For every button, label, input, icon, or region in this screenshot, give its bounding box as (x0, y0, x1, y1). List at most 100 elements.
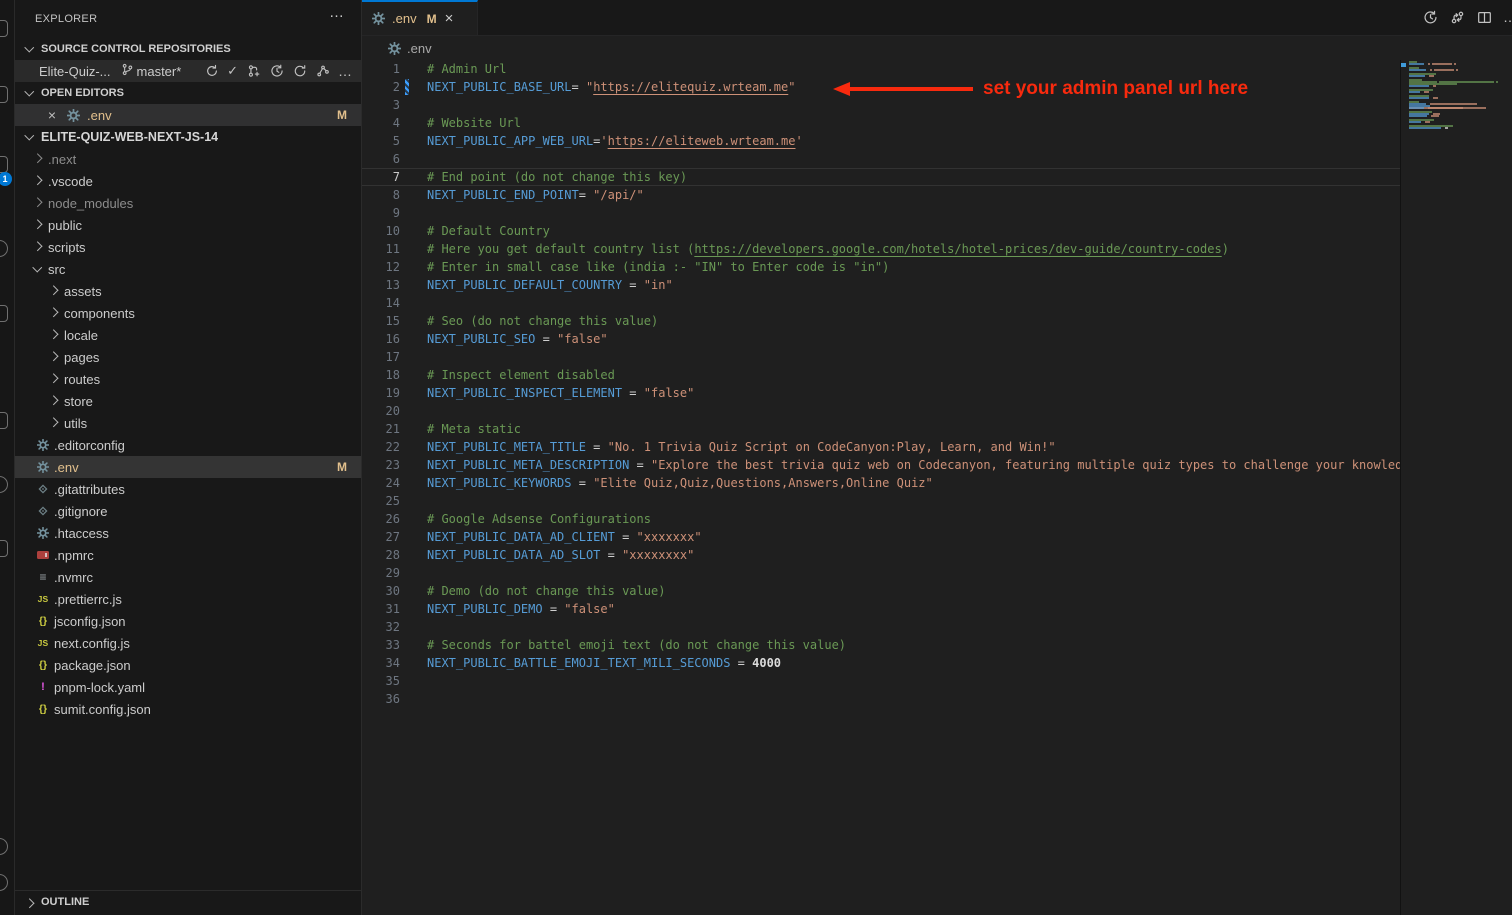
code-line-9: 9 (362, 204, 1400, 222)
line-number: 21 (362, 420, 400, 438)
code-line-33: 33# Seconds for battel emoji text (do no… (362, 636, 1400, 654)
refresh-icon[interactable] (292, 64, 307, 79)
split-editor-icon[interactable] (1476, 9, 1492, 25)
code-line-13: 13NEXT_PUBLIC_DEFAULT_COUNTRY = "in" (362, 276, 1400, 294)
open-editors-header[interactable]: OPEN EDITORS (15, 82, 361, 104)
breadcrumb-item[interactable]: .env (407, 41, 432, 56)
code-line-36: 36 (362, 690, 1400, 708)
graph-icon[interactable] (315, 64, 330, 79)
tree-item-node-modules[interactable]: node_modules (15, 192, 361, 214)
modified-badge: M (337, 460, 347, 474)
tree-item-locale[interactable]: locale (15, 324, 361, 346)
line-number: 34 (362, 654, 400, 672)
run-debug-icon[interactable] (0, 240, 8, 257)
scm-actions: ✓ … (204, 63, 361, 79)
line-number: 15 (362, 312, 400, 330)
tree-item-jsconfig.json[interactable]: {}jsconfig.json (15, 610, 361, 632)
create-pull-request-icon[interactable] (246, 64, 261, 79)
source-control-icon[interactable] (0, 156, 8, 173)
tree-item-label: .nvmrc (54, 570, 93, 585)
tab-label: .env (392, 11, 417, 26)
tree-item-.gitattributes[interactable]: .gitattributes (15, 478, 361, 500)
editor-group: .env M × … .env set your admin panel url… (362, 0, 1512, 915)
line-number: 10 (362, 222, 400, 240)
code-line-15: 15# Seo (do not change this value) (362, 312, 1400, 330)
workspace-root-row[interactable]: ELITE-QUIZ-WEB-NEXT-JS-14 (15, 126, 361, 148)
tree-item-.npmrc[interactable]: .npmrc (15, 544, 361, 566)
activity-extra-icon[interactable] (0, 476, 8, 493)
chevron-right-icon (29, 239, 45, 255)
breadcrumb[interactable]: .env (362, 36, 1512, 61)
tree-item-.gitignore[interactable]: .gitignore (15, 500, 361, 522)
tree-item-pages[interactable]: pages (15, 346, 361, 368)
commit-check-icon[interactable]: ✓ (227, 63, 238, 79)
tree-item-public[interactable]: public (15, 214, 361, 236)
tree-item-.prettierrc.js[interactable]: JS.prettierrc.js (15, 588, 361, 610)
activity-extra-icon[interactable] (0, 540, 8, 557)
settings-gear-icon[interactable] (0, 874, 8, 891)
outline-section-header[interactable]: OUTLINE (15, 890, 361, 915)
tree-item-.editorconfig[interactable]: .editorconfig (15, 434, 361, 456)
modified-badge: M (337, 108, 347, 122)
activity-extra-icon[interactable] (0, 412, 8, 429)
open-editor-item-env[interactable]: × .env M (15, 104, 361, 126)
tree-item-assets[interactable]: assets (15, 280, 361, 302)
tree-item-.next[interactable]: .next (15, 148, 361, 170)
search-icon[interactable] (0, 86, 8, 103)
tree-item-label: .editorconfig (54, 438, 125, 453)
gear-file-icon (386, 41, 402, 57)
tree-item-.nvmrc[interactable]: ≡.nvmrc (15, 566, 361, 588)
code-line-35: 35 (362, 672, 1400, 690)
tree-item-label: components (64, 306, 135, 321)
tree-item-package.json[interactable]: {}package.json (15, 654, 361, 676)
tab-env[interactable]: .env M × (362, 0, 478, 35)
explorer-icon[interactable] (0, 20, 8, 37)
code-text: # End point (do not change this key) (427, 169, 687, 185)
tree-item-routes[interactable]: routes (15, 368, 361, 390)
tree-item-.vscode[interactable]: .vscode (15, 170, 361, 192)
tree-item-store[interactable]: store (15, 390, 361, 412)
extensions-icon[interactable] (0, 305, 8, 322)
open-changes-icon[interactable] (1449, 9, 1465, 25)
branch-name[interactable]: master* (137, 64, 182, 79)
code-editor[interactable]: set your admin panel url here 1# Admin U… (362, 60, 1400, 915)
account-icon[interactable] (0, 838, 8, 855)
close-icon[interactable]: × (445, 10, 454, 27)
code-text: # Admin Url (427, 60, 506, 78)
npm-icon (35, 547, 51, 563)
js-icon: JS (35, 591, 51, 607)
tree-item-pnpm-lock.yaml[interactable]: !pnpm-lock.yaml (15, 676, 361, 698)
activity-bar[interactable]: 1 (0, 0, 15, 915)
scm-section-header[interactable]: SOURCE CONTROL REPOSITORIES (15, 38, 361, 60)
tree-item-label: sumit.config.json (54, 702, 151, 717)
tree-item-utils[interactable]: utils (15, 412, 361, 434)
scm-repo-row[interactable]: Elite-Quiz-... master* ✓ … (15, 60, 361, 82)
tree-item-label: public (48, 218, 82, 233)
code-text: # Website Url (427, 114, 521, 132)
tree-item-label: utils (64, 416, 87, 431)
tree-item-src[interactable]: src (15, 258, 361, 280)
tree-item-next.config.js[interactable]: JSnext.config.js (15, 632, 361, 654)
tree-item-sumit.config.json[interactable]: {}sumit.config.json (15, 698, 361, 720)
close-icon[interactable]: × (45, 107, 59, 123)
line-number: 28 (362, 546, 400, 564)
more-actions-icon[interactable]: … (338, 63, 353, 79)
tree-item-.htaccess[interactable]: .htaccess (15, 522, 361, 544)
code-line-21: 21# Meta static (362, 420, 1400, 438)
sync-icon[interactable] (204, 64, 219, 79)
minimap[interactable] (1400, 60, 1512, 915)
tree-item-scripts[interactable]: scripts (15, 236, 361, 258)
history-icon[interactable] (269, 64, 284, 79)
tree-item-label: scripts (48, 240, 86, 255)
tree-item-components[interactable]: components (15, 302, 361, 324)
code-line-8: 8NEXT_PUBLIC_END_POINT= "/api/" (362, 186, 1400, 204)
tree-item-.env[interactable]: .envM (15, 456, 361, 478)
code-text: # Here you get default country list (htt… (427, 240, 1229, 258)
more-actions-icon[interactable]: … (329, 4, 345, 21)
code-line-20: 20 (362, 402, 1400, 420)
code-line-7: 7# End point (do not change this key) (362, 168, 1400, 186)
timeline-icon[interactable] (1422, 9, 1438, 25)
code-line-6: 6 (362, 150, 1400, 168)
more-actions-icon[interactable]: … (1503, 9, 1512, 25)
repo-name: Elite-Quiz-... (39, 64, 111, 79)
